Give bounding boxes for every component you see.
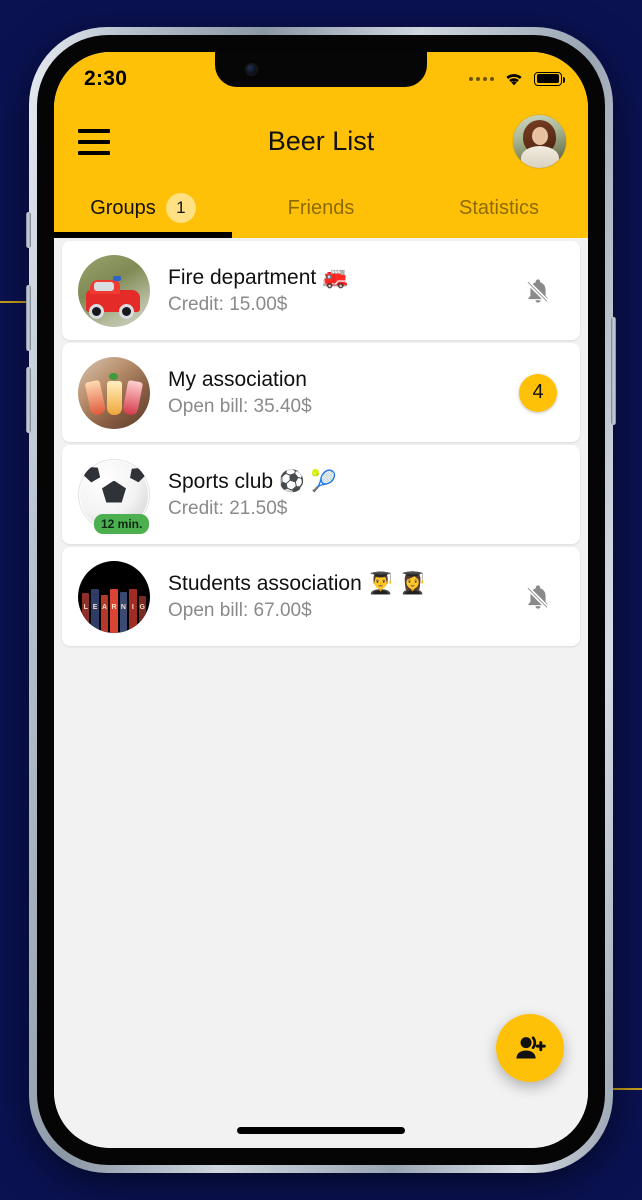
tab-groups-badge: 1	[165, 193, 196, 223]
wifi-icon	[503, 71, 525, 87]
phone-bezel: 2:30 Beer List Groups 1 Friends Statisti…	[37, 35, 605, 1165]
group-list-item[interactable]: My association Open bill: 35.40$ 4	[62, 343, 580, 442]
group-item-trailing: 4	[516, 373, 560, 412]
group-item-title: Sports club ⚽ 🎾	[168, 469, 338, 493]
group-list-item[interactable]: LEARNIG Students association 👨‍🎓 👩‍🎓 Ope…	[62, 547, 580, 646]
display-notch	[215, 52, 427, 87]
tab-groups[interactable]: Groups 1	[54, 178, 232, 238]
drinks-toast-photo	[78, 356, 150, 429]
tab-statistics[interactable]: Statistics	[410, 178, 588, 238]
last-activity-badge: 12 min.	[94, 513, 150, 534]
group-list-item[interactable]: Fire department 🚒 Credit: 15.00$	[62, 241, 580, 340]
mute-switch-button[interactable]	[26, 212, 31, 248]
group-item-title: My association	[168, 367, 307, 391]
page-title: Beer List	[267, 126, 375, 156]
fire-truck-photo	[78, 254, 150, 327]
volume-down-button[interactable]	[26, 367, 31, 433]
group-list-item[interactable]: 12 min. Sports club ⚽ 🎾 Credit: 21.50$	[62, 445, 580, 544]
screenshot-stage: 2:30 Beer List Groups 1 Friends Statisti…	[0, 0, 642, 1200]
group-item-title: Students association 👨‍🎓 👩‍🎓	[168, 571, 426, 595]
add-group-fab[interactable]	[496, 1014, 564, 1082]
group-item-trailing	[516, 582, 560, 612]
tab-friends[interactable]: Friends	[232, 178, 410, 238]
front-camera-icon	[245, 63, 258, 76]
group-item-text: Fire department 🚒 Credit: 15.00$	[168, 265, 516, 316]
user-avatar-photo[interactable]	[513, 115, 566, 168]
books-shelf-photo: LEARNIG	[78, 560, 150, 633]
group-list[interactable]: Fire department 🚒 Credit: 15.00$ My asso…	[54, 238, 588, 1148]
group-item-text: Students association 👨‍🎓 👩‍🎓 Open bill: …	[168, 571, 516, 622]
hamburger-menu-icon[interactable]	[78, 127, 116, 157]
group-item-subtitle: Credit: 21.50$	[168, 498, 288, 520]
unread-count-badge[interactable]: 4	[519, 373, 557, 412]
group-item-title: Fire department 🚒	[168, 265, 349, 289]
person-add-icon	[516, 1036, 546, 1059]
status-bar: 2:30	[54, 52, 588, 105]
bell-off-icon[interactable]	[524, 582, 552, 612]
group-item-text: My association Open bill: 35.40$	[168, 367, 516, 418]
power-button[interactable]	[611, 317, 616, 425]
app-bar: Beer List	[54, 105, 588, 178]
battery-full-icon	[534, 71, 566, 86]
app-root: 2:30 Beer List Groups 1 Friends Statisti…	[54, 52, 588, 1148]
group-item-subtitle: Credit: 15.00$	[168, 294, 288, 316]
home-indicator-bar[interactable]	[237, 1127, 405, 1134]
status-bar-indicators	[469, 71, 566, 87]
football-photo: 12 min.	[78, 458, 150, 534]
phone-screen: 2:30 Beer List Groups 1 Friends Statisti…	[54, 52, 588, 1148]
group-item-text: Sports club ⚽ 🎾 Credit: 21.50$	[168, 469, 516, 520]
group-item-subtitle: Open bill: 35.40$	[168, 396, 312, 418]
phone-device-frame: 2:30 Beer List Groups 1 Friends Statisti…	[26, 27, 616, 1173]
tab-statistics-label: Statistics	[458, 196, 540, 219]
group-item-trailing	[516, 276, 560, 306]
tab-groups-label: Groups	[90, 196, 156, 219]
tab-friends-label: Friends	[287, 196, 355, 219]
bell-off-icon[interactable]	[524, 276, 552, 306]
tab-bar: Groups 1 Friends Statistics	[54, 178, 588, 238]
status-bar-clock: 2:30	[84, 66, 128, 90]
signal-dots-icon	[469, 76, 494, 81]
volume-up-button[interactable]	[26, 285, 31, 351]
group-item-subtitle: Open bill: 67.00$	[168, 600, 312, 622]
